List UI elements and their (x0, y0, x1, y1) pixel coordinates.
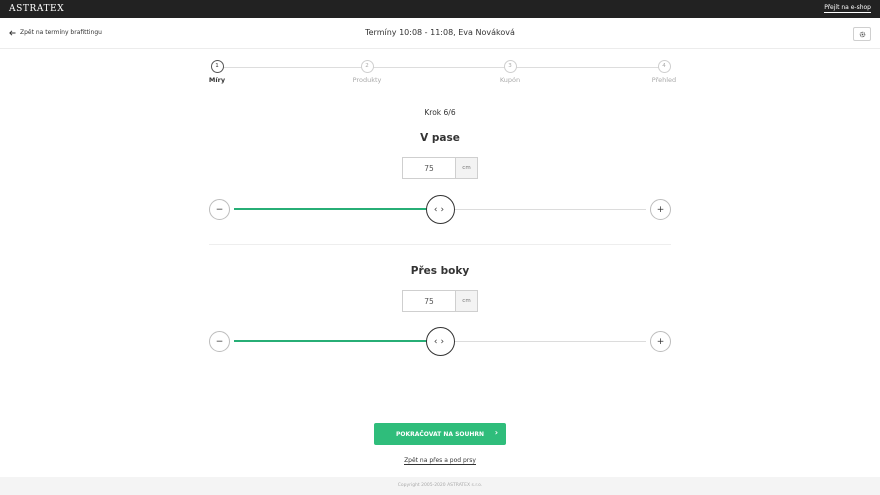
back-step-link[interactable]: Zpět na přes a pod prsy (404, 457, 476, 465)
waist-input-group: cm (402, 157, 478, 179)
top-bar: ASTRATEX Přejít na e-shop (0, 0, 880, 18)
hips-input[interactable] (402, 290, 455, 312)
hips-decrease-button[interactable]: − (209, 331, 230, 352)
hips-measure-title: Přes boky (410, 265, 470, 277)
waist-slider[interactable]: − ‹ › + (209, 195, 671, 224)
hips-increase-button[interactable]: + (650, 331, 671, 352)
back-step-link-wrapper: Zpět na přes a pod prsy (0, 457, 880, 465)
continue-button-label: POKRAČOVAT NA SOUHRN (395, 430, 485, 438)
step-1[interactable]: 1 Míry (187, 60, 247, 84)
slider-fill (234, 340, 440, 342)
waist-measure-title: V pase (420, 132, 460, 144)
gear-icon (859, 31, 865, 37)
chevron-left-icon: ‹ (433, 204, 441, 215)
chevron-right-icon: › (440, 336, 448, 347)
step-number: 3 (503, 60, 517, 73)
hips-slider[interactable]: − ‹ › + (209, 327, 671, 356)
waist-decrease-button[interactable]: − (209, 199, 230, 220)
page-header: Zpět na termíny brafittingu Termíny 10:0… (0, 18, 880, 49)
waist-increase-button[interactable]: + (650, 199, 671, 220)
step-2[interactable]: 2 Produkty (337, 60, 397, 84)
footer: Copyright 2005-2020 ASTRATEX s.r.o. (0, 477, 880, 495)
copyright-text: Copyright 2005-2020 ASTRATEX s.r.o. (397, 483, 483, 488)
step-number: 4 (657, 60, 671, 73)
chevron-right-icon: › (494, 428, 498, 437)
hips-unit: cm (455, 290, 478, 312)
step-label: Produkty (352, 76, 382, 84)
step-4[interactable]: 4 Přehled (634, 60, 694, 84)
progress-stepper: 1 Míry 2 Produkty 3 Kupón 4 Přehled (208, 60, 676, 90)
slider-thumb[interactable]: ‹ › (426, 327, 455, 356)
step-counter: Krok 6/6 (424, 108, 456, 117)
slider-thumb[interactable]: ‹ › (426, 195, 455, 224)
waist-unit: cm (455, 157, 478, 179)
logo[interactable]: ASTRATEX (9, 4, 64, 14)
step-label: Míry (208, 76, 226, 84)
waist-input[interactable] (402, 157, 455, 179)
step-3[interactable]: 3 Kupón (480, 60, 540, 84)
chevron-left-icon: ‹ (433, 336, 441, 347)
step-label: Kupón (499, 76, 521, 84)
section-divider (209, 244, 671, 245)
slider-fill (234, 208, 440, 210)
settings-button[interactable] (853, 27, 871, 41)
step-label: Přehled (651, 76, 677, 84)
continue-to-summary-button[interactable]: POKRAČOVAT NA SOUHRN › (374, 423, 506, 445)
eshop-link[interactable]: Přejít na e-shop (824, 4, 871, 13)
step-number: 2 (360, 60, 374, 73)
chevron-right-icon: › (440, 204, 448, 215)
page-title: Termíny 10:08 - 11:08, Eva Nováková (365, 28, 515, 37)
hips-input-group: cm (402, 290, 478, 312)
step-number: 1 (210, 60, 224, 73)
stepper-line (217, 67, 667, 68)
